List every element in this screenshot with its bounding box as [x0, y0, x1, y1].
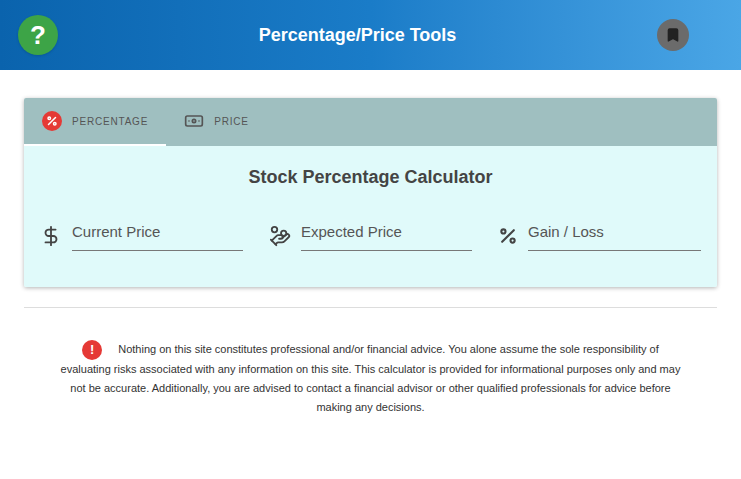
help-button[interactable]: ? [18, 15, 58, 55]
price-input[interactable] [301, 221, 472, 251]
app: ? Percentage/Price Tools PERCENTAGEPRICE St… [0, 0, 741, 479]
price-field [498, 221, 701, 251]
tab[interactable]: PRICE [166, 98, 267, 146]
calculator-body: Stock Percentage Calculator [24, 146, 717, 287]
bookmark-button[interactable] [657, 19, 689, 51]
bookmark-icon [665, 27, 681, 43]
header-title: Percentage/Price Tools [259, 22, 457, 49]
price-input[interactable] [528, 221, 701, 251]
price-input[interactable] [72, 221, 243, 251]
content: PERCENTAGEPRICE Stock Percentage Calculat… [0, 70, 741, 417]
field-row [40, 221, 701, 251]
disclaimer: !Nothing on this site constitutes profes… [24, 340, 717, 417]
divider [24, 307, 717, 308]
alert-icon: ! [82, 340, 102, 360]
price-field [269, 221, 472, 251]
percentage-tab-icon [42, 111, 62, 131]
header: ? Percentage/Price Tools [0, 0, 741, 70]
tab-bar: PERCENTAGEPRICE [24, 98, 717, 146]
hand-coins-icon [269, 225, 291, 247]
tab[interactable]: PERCENTAGE [24, 98, 166, 146]
dollar-icon [40, 225, 62, 247]
calculator-title: Stock Percentage Calculator [40, 164, 701, 191]
banknote-icon [184, 111, 204, 131]
price-field [40, 221, 243, 251]
calculator-card: PERCENTAGEPRICE Stock Percentage Calculat… [24, 98, 717, 287]
percent-icon [498, 226, 518, 246]
